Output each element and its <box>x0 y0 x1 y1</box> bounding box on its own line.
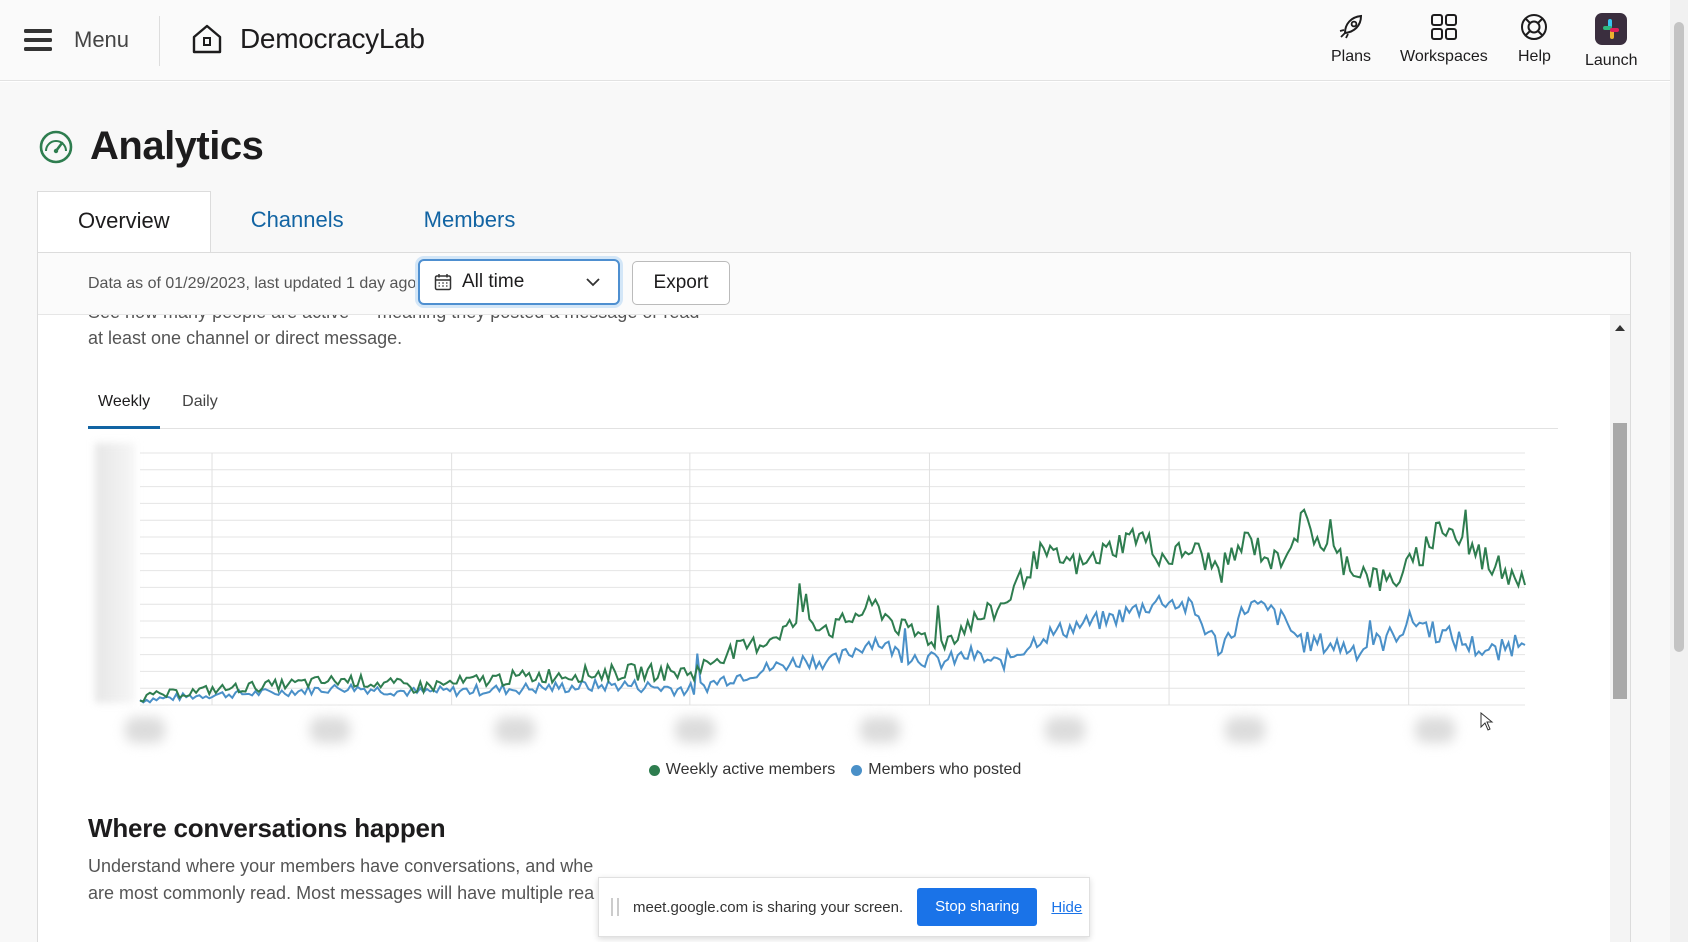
analytics-tabs: Overview Channels Members <box>37 191 556 255</box>
gauge-icon <box>39 130 73 163</box>
legend-item-posted: Members who posted <box>851 761 1021 779</box>
conversations-heading: Where conversations happen <box>88 813 446 843</box>
active-members-chart <box>95 443 1585 749</box>
brand-name: DemocracyLab <box>240 23 425 54</box>
data-as-of-text: Data as of 01/29/2023, last updated 1 da… <box>88 275 417 292</box>
window-scroll-thumb[interactable] <box>1674 22 1684 652</box>
conversations-line-2: are most commonly read. Most messages wi… <box>88 883 595 903</box>
export-button[interactable]: Export <box>632 261 730 305</box>
series-weekly-active-members <box>139 508 1526 703</box>
date-range-select[interactable]: All time <box>418 259 620 305</box>
active-members-description: See how many people are active — meaning… <box>88 315 728 352</box>
home-icon <box>192 24 222 54</box>
subtab-weekly[interactable]: Weekly <box>88 385 161 429</box>
analytics-page: Analytics Overview Channels Members Data… <box>0 82 1670 942</box>
legend-item-active: Weekly active members <box>648 761 836 779</box>
legend-label-active: Weekly active members <box>665 761 836 778</box>
nav-launch[interactable]: Launch <box>1585 12 1638 70</box>
tab-members[interactable]: Members <box>384 191 556 253</box>
nav-help-label: Help <box>1518 48 1551 65</box>
conversations-description: Understand where your members have conve… <box>88 853 608 907</box>
granularity-tabs: Weekly Daily <box>88 385 1558 429</box>
filter-bar: Data as of 01/29/2023, last updated 1 da… <box>38 253 1630 315</box>
nav-plans[interactable]: Plans <box>1331 12 1371 66</box>
overview-panel: Data as of 01/29/2023, last updated 1 da… <box>37 252 1631 942</box>
mouse-cursor-icon <box>1480 712 1494 731</box>
subtab-daily[interactable]: Daily <box>172 385 228 429</box>
legend-dot-posted <box>851 764 863 776</box>
tab-overview[interactable]: Overview <box>37 191 211 255</box>
x-axis-labels-blurred <box>95 711 1575 749</box>
slack-app-icon <box>1595 13 1628 45</box>
calendar-icon <box>434 274 452 291</box>
top-bar: Menu DemocracyLab Plans Workspaces Help … <box>0 0 1670 81</box>
workspace-brand[interactable]: DemocracyLab <box>190 22 425 56</box>
lifebuoy-icon <box>1521 14 1548 40</box>
series-members-who-posted <box>139 593 1526 704</box>
chart-legend: Weekly active members Members who posted <box>38 761 1632 779</box>
page-title-text: Analytics <box>90 124 264 168</box>
nav-workspaces-label: Workspaces <box>1400 48 1488 65</box>
rocket-icon <box>1339 14 1363 39</box>
scroll-up-arrow[interactable] <box>1615 325 1625 331</box>
nav-help[interactable]: Help <box>1518 12 1551 66</box>
drag-handle-icon[interactable] <box>611 898 619 916</box>
page-title: Analytics <box>38 124 264 169</box>
date-range-value: All time <box>462 271 525 292</box>
nav-launch-label: Launch <box>1585 52 1638 69</box>
description-line-2: at least one channel or direct message. <box>88 328 403 348</box>
conversations-line-1: Understand where your members have conve… <box>88 856 594 876</box>
line-chart-svg <box>139 452 1526 706</box>
legend-dot-active <box>648 764 660 776</box>
nav-workspaces[interactable]: Workspaces <box>1400 12 1488 66</box>
share-message: meet.google.com is sharing your screen. <box>633 898 904 916</box>
hamburger-icon <box>24 29 52 51</box>
menu-divider <box>159 16 160 66</box>
tab-channels[interactable]: Channels <box>211 191 384 253</box>
stop-sharing-button[interactable]: Stop sharing <box>917 888 1038 926</box>
screen-share-bar: meet.google.com is sharing your screen. … <box>598 877 1090 937</box>
panel-scroll-thumb[interactable] <box>1613 423 1627 699</box>
menu-button[interactable]: Menu <box>24 27 129 53</box>
description-line-1: See how many people are active — meaning… <box>88 315 728 325</box>
panel-scrollbar[interactable] <box>1610 315 1630 942</box>
chevron-down-icon <box>586 278 600 287</box>
menu-label: Menu <box>74 27 130 52</box>
grid-icon <box>1430 14 1457 40</box>
nav-plans-label: Plans <box>1331 48 1372 65</box>
legend-label-posted: Members who posted <box>868 761 1022 778</box>
hide-link[interactable]: Hide <box>1051 899 1082 916</box>
